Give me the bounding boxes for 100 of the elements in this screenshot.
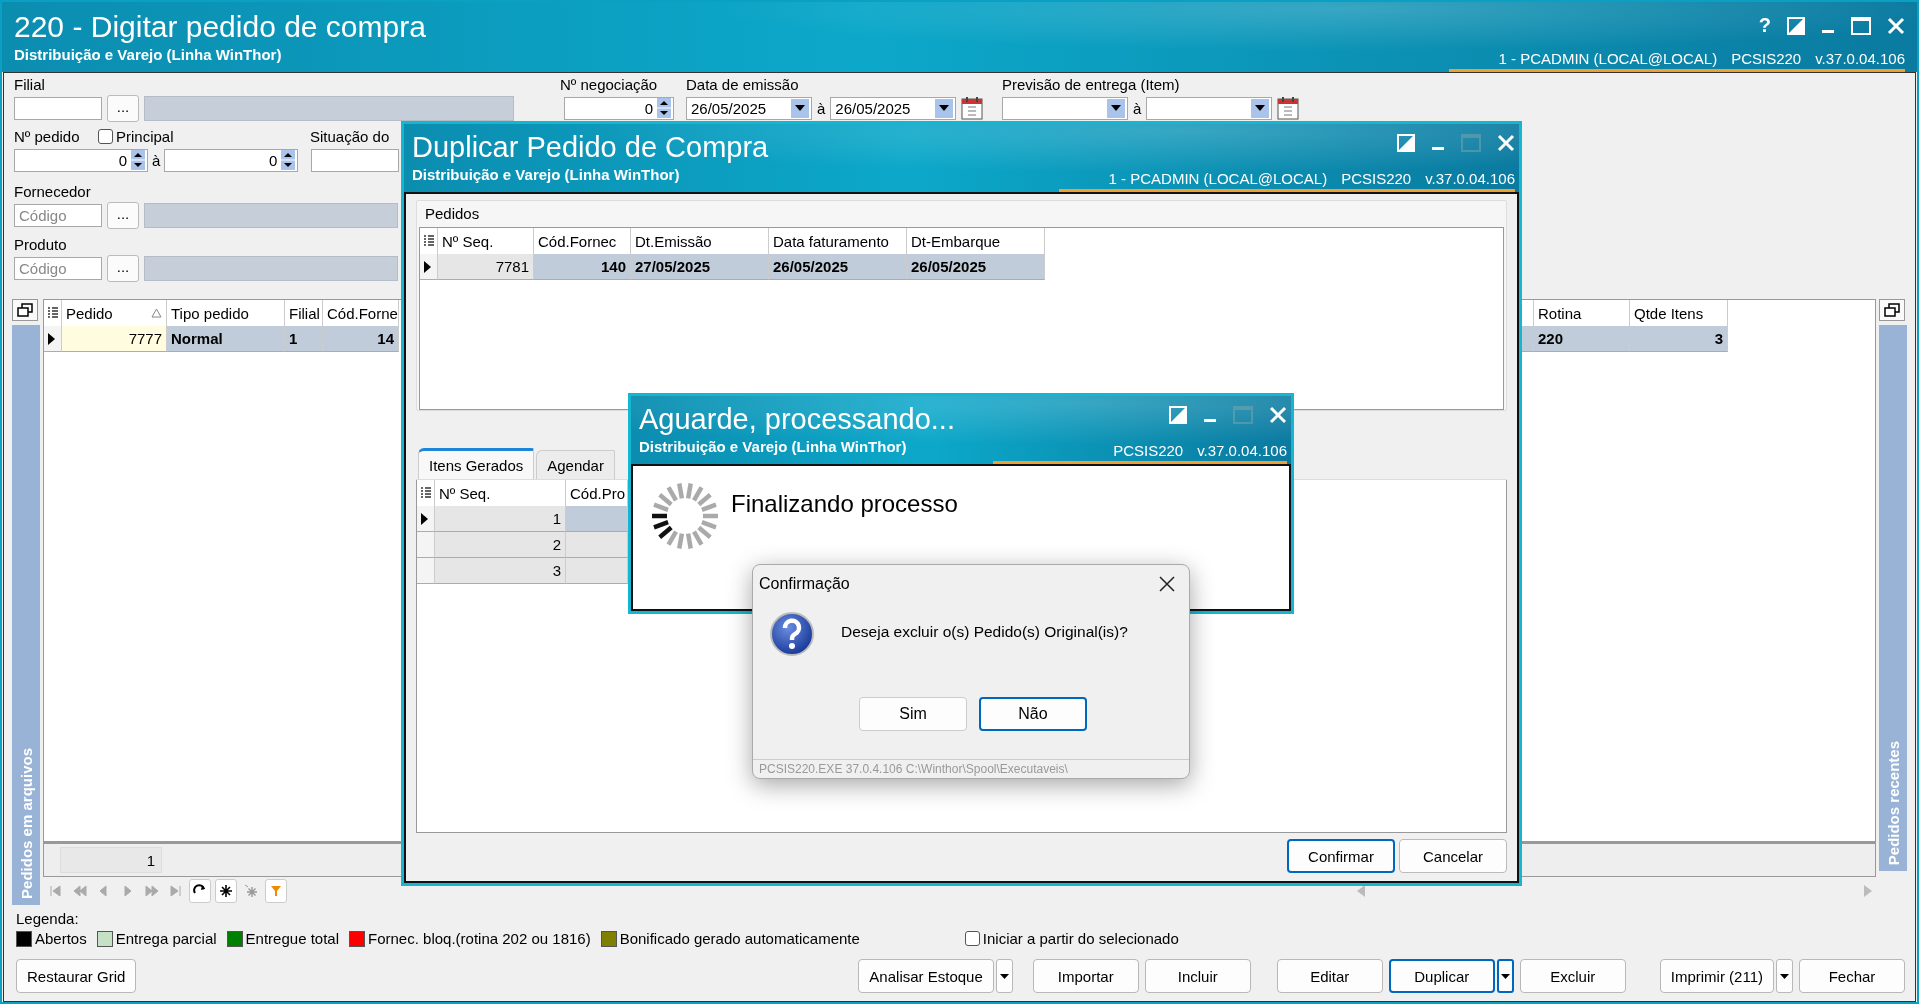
legend-label: Entregue total: [245, 930, 339, 947]
table-cell: 7777: [62, 326, 167, 352]
action-button[interactable]: Duplicar: [1388, 959, 1495, 993]
action-button[interactable]: Excluir: [1519, 959, 1626, 993]
spin-buttons[interactable]: [657, 98, 671, 118]
dialog-title: Duplicar Pedido de Compra: [412, 130, 769, 164]
table-cell: [566, 532, 628, 558]
caret-icon: [1111, 105, 1121, 111]
row-header-cell[interactable]: [417, 558, 435, 584]
input-field[interactable]: [311, 148, 400, 172]
dialog-button[interactable]: Confirmar: [1287, 839, 1395, 873]
restore-window-icon[interactable]: [12, 299, 38, 321]
date-field[interactable]: [1002, 96, 1128, 120]
table-cell: 140: [534, 254, 631, 280]
date-field[interactable]: [1146, 96, 1273, 120]
field-label: Situação do: [310, 126, 390, 146]
checkbox[interactable]: [98, 128, 113, 144]
column-chooser-icon[interactable]: [424, 235, 434, 247]
asterisk-icon[interactable]: [215, 879, 237, 903]
dialog-title: Aguarde, processando...: [639, 402, 955, 436]
filter-icon[interactable]: [265, 879, 287, 903]
range-separator: à: [817, 99, 826, 117]
dialog-title: Confirmação: [759, 575, 850, 593]
tab[interactable]: Itens Gerados: [418, 448, 535, 479]
window-subtitle: Distribuição e Varejo (Linha WinThor): [14, 46, 283, 63]
dropdown-button[interactable]: [1107, 98, 1125, 118]
table-cell: 1: [285, 326, 323, 352]
field-label: Nº negociação: [560, 75, 659, 94]
date-field[interactable]: 26/05/2025: [686, 96, 812, 120]
number-field[interactable]: 0: [564, 96, 674, 120]
field-label: Fornecedor: [14, 182, 91, 201]
column-chooser-icon[interactable]: [421, 487, 431, 499]
dialog-button[interactable]: Não: [979, 697, 1087, 731]
number-field[interactable]: 0: [164, 148, 299, 172]
input-field[interactable]: [14, 96, 102, 120]
spin-buttons[interactable]: [131, 150, 145, 170]
restore-window-icon[interactable]: [1879, 299, 1905, 321]
table-cell: Normal: [167, 326, 285, 352]
caret-icon: [999, 973, 1009, 979]
lookup-button[interactable]: ...: [107, 94, 139, 122]
row-header-cell[interactable]: [44, 326, 62, 352]
row-header-cell[interactable]: [417, 506, 435, 532]
action-button[interactable]: Editar: [1276, 959, 1383, 993]
action-button[interactable]: Analisar Estoque: [858, 959, 994, 993]
lookup-button[interactable]: ...: [107, 201, 139, 229]
dialog-footer-text: PCSIS220.EXE 37.0.4.106 C:\Winthor\Spool\Executaveis\: [753, 759, 1189, 778]
dropdown-button[interactable]: [1251, 98, 1270, 118]
table-cell: [566, 558, 628, 584]
caret-icon: [1780, 973, 1789, 979]
number-field[interactable]: 0: [14, 148, 148, 172]
lookup-button[interactable]: ...: [107, 254, 139, 282]
checkbox-label: Principal: [116, 127, 174, 145]
range-separator: à: [152, 151, 161, 169]
tab[interactable]: Agendar: [536, 450, 615, 479]
dialog-subtitle: Distribuição e Varejo (Linha WinThor): [639, 438, 908, 455]
dialog-button[interactable]: Sim: [859, 697, 967, 731]
action-button[interactable]: Restaurar Grid: [16, 959, 137, 993]
table-cell: 3: [1630, 326, 1728, 352]
checkbox[interactable]: [964, 931, 980, 946]
input-field[interactable]: Código: [14, 256, 102, 280]
field-label: Nº pedido: [14, 126, 81, 146]
date-field[interactable]: 26/05/2025: [830, 96, 957, 120]
action-button[interactable]: Fechar: [1799, 959, 1905, 993]
field-label: Previsão de entrega (Item): [1002, 75, 1181, 94]
resize-icon[interactable]: [1169, 406, 1187, 424]
row-header-cell[interactable]: [420, 254, 438, 280]
row-pointer-icon: [48, 332, 55, 345]
spin-buttons[interactable]: [281, 150, 296, 170]
dialog-button[interactable]: Cancelar: [1399, 839, 1507, 873]
row-count: 1: [60, 847, 162, 873]
refresh-icon[interactable]: [189, 879, 211, 903]
table-cell: 1: [435, 506, 566, 532]
dialog-message: Deseja excluir o(s) Pedido(s) Original(is)?: [841, 623, 1128, 641]
resize-icon[interactable]: [1787, 16, 1805, 35]
row-header-cell[interactable]: [417, 532, 435, 558]
caret-icon: [1255, 105, 1266, 111]
dropdown-button[interactable]: [1776, 959, 1793, 993]
table-cell: 26/05/2025: [907, 254, 1045, 280]
input-field[interactable]: Código: [14, 203, 102, 227]
calendar-icon[interactable]: [961, 96, 984, 120]
table-cell: 220: [1534, 326, 1630, 352]
action-button[interactable]: Imprimir (211): [1659, 959, 1774, 993]
dropdown-button[interactable]: [791, 98, 809, 118]
session-info: 1 - PCADMIN (LOCAL@LOCAL) PCSIS220 v.37.0.04.106: [1448, 50, 1905, 72]
calendar-icon[interactable]: [1277, 96, 1300, 120]
dropdown-button[interactable]: [995, 959, 1013, 993]
legend-label: Fornec. bloq.(rotina 202 ou 1816): [368, 930, 591, 947]
field-label: Data de emissão: [686, 75, 800, 94]
help-button[interactable]: ?: [1758, 14, 1771, 37]
column-chooser-icon[interactable]: [48, 307, 58, 319]
window-title: 220 - Digitar pedido de compra: [14, 10, 426, 44]
dropdown-button[interactable]: [1496, 959, 1514, 993]
legend-title: Legenda:: [16, 910, 79, 927]
range-separator: à: [1133, 99, 1142, 117]
legend-label: Entrega parcial: [115, 930, 217, 947]
action-button[interactable]: Importar: [1032, 959, 1139, 993]
row-pointer-icon: [421, 512, 428, 525]
action-button[interactable]: Incluir: [1144, 959, 1251, 993]
resize-icon[interactable]: [1397, 134, 1415, 152]
dropdown-button[interactable]: [935, 98, 954, 118]
